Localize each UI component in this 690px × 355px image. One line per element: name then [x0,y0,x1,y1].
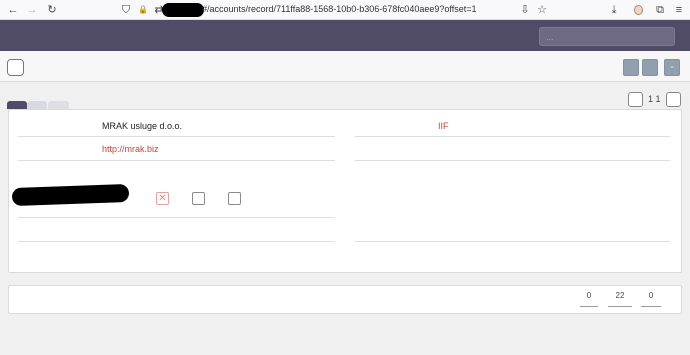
field-divider [18,217,335,218]
record-counter: 1 1 [648,94,661,104]
tab-1[interactable] [7,101,27,109]
select-checkbox[interactable] [7,59,24,76]
profile-avatar-icon[interactable] [634,5,643,15]
pager-next-button[interactable] [666,92,681,107]
address-bar-url[interactable]: #/accounts/record/711ffa88-1568-10b0-b30… [202,4,476,14]
checkbox-1[interactable]: ✕ [156,192,169,205]
field-divider [18,241,335,242]
checkbox-2[interactable] [192,192,205,205]
footer-value-2: 22 [615,291,625,300]
downloads-icon[interactable]: ⤓ [607,3,621,17]
checkbox-3[interactable] [228,192,241,205]
reload-icon[interactable]: ↻ [45,3,59,17]
field-divider [355,136,670,137]
record-toolbar [0,51,690,82]
footer-value-1: 0 [586,291,592,300]
redacted-domain [162,3,204,17]
field-divider [18,160,335,161]
menu-icon[interactable]: ≡ [672,3,686,17]
global-search-input[interactable]: ... [539,27,675,46]
lock-icon[interactable]: 🔒 [136,3,150,17]
field-divider [355,241,670,242]
field-divider [355,160,670,161]
footer-underline [641,306,661,307]
forward-icon[interactable]: → [25,3,39,17]
account-type-value: IIF [438,121,449,131]
minus-button[interactable]: - [664,59,680,76]
tab-3[interactable] [48,101,69,109]
shield-icon[interactable]: ⛉ [119,3,133,17]
footer-underline [608,306,632,307]
extensions-icon[interactable]: ⧉ [653,3,667,17]
toolbar-button-1[interactable] [623,59,639,76]
bookmark-star-icon[interactable]: ☆ [535,3,549,17]
pager-prev-button[interactable] [628,92,643,107]
toolbar-button-2[interactable] [642,59,658,76]
search-placeholder: ... [546,32,554,42]
reader-view-icon[interactable]: ⇩ [518,3,532,17]
website-link[interactable]: http://mrak.biz [102,144,159,154]
back-icon[interactable]: ← [6,3,20,17]
footer-underline [580,306,598,307]
footer-value-3: 0 [648,291,654,300]
tab-2[interactable] [27,101,47,109]
company-name-value: MRAK usluge d.o.o. [102,121,183,131]
field-divider [18,136,335,137]
